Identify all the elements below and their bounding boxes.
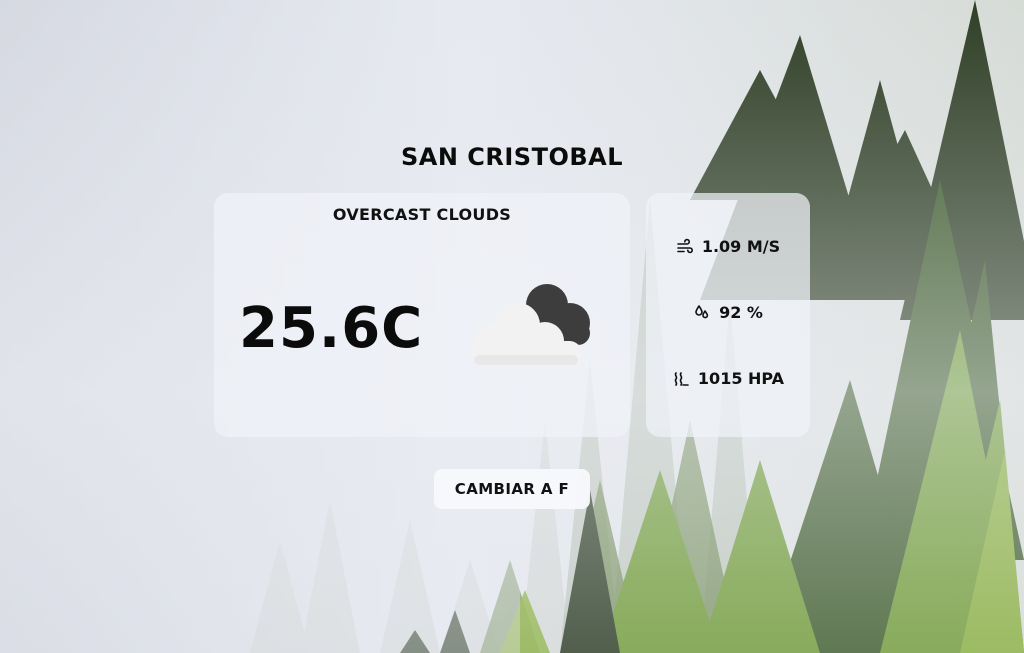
overcast-clouds-icon — [450, 281, 600, 381]
wind-stat: 1.09 M/S — [646, 237, 810, 256]
weather-details-card: 1.09 M/S 92 % 1015 HPA — [646, 193, 810, 437]
wind-icon — [676, 238, 694, 256]
city-name: SAN CRISTOBAL — [400, 143, 624, 171]
wind-value: 1.09 M/S — [701, 237, 781, 256]
pressure-icon — [672, 370, 690, 388]
toggle-units-button[interactable]: CAMBIAR A F — [434, 469, 590, 509]
weather-main-card: OVERCAST CLOUDS 25.6C — [214, 193, 630, 437]
humidity-value: 92 % — [719, 303, 763, 322]
temperature-value: 25.6C — [239, 296, 424, 361]
humidity-stat: 92 % — [646, 303, 810, 322]
pressure-stat: 1015 HPA — [646, 369, 810, 388]
weather-description: OVERCAST CLOUDS — [332, 205, 512, 224]
pressure-value: 1015 HPA — [697, 369, 785, 388]
humidity-icon — [693, 304, 711, 322]
